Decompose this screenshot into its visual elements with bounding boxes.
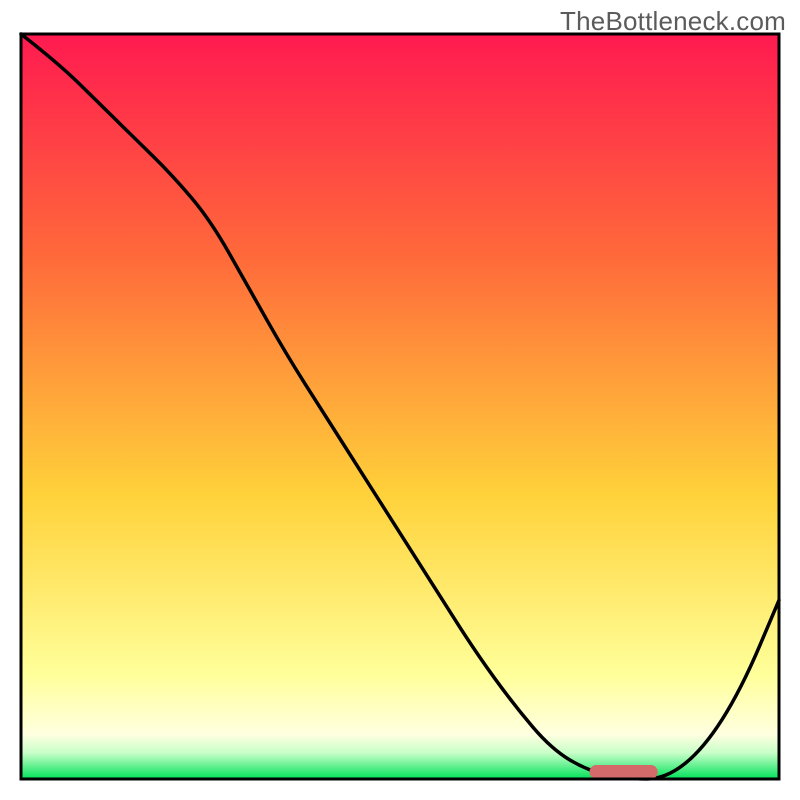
- optimal-range-marker: [590, 765, 658, 779]
- plot-background: [21, 34, 779, 779]
- chart-stage: TheBottleneck.com: [0, 0, 800, 800]
- watermark-text: TheBottleneck.com: [560, 6, 786, 37]
- bottleneck-chart: [0, 0, 800, 800]
